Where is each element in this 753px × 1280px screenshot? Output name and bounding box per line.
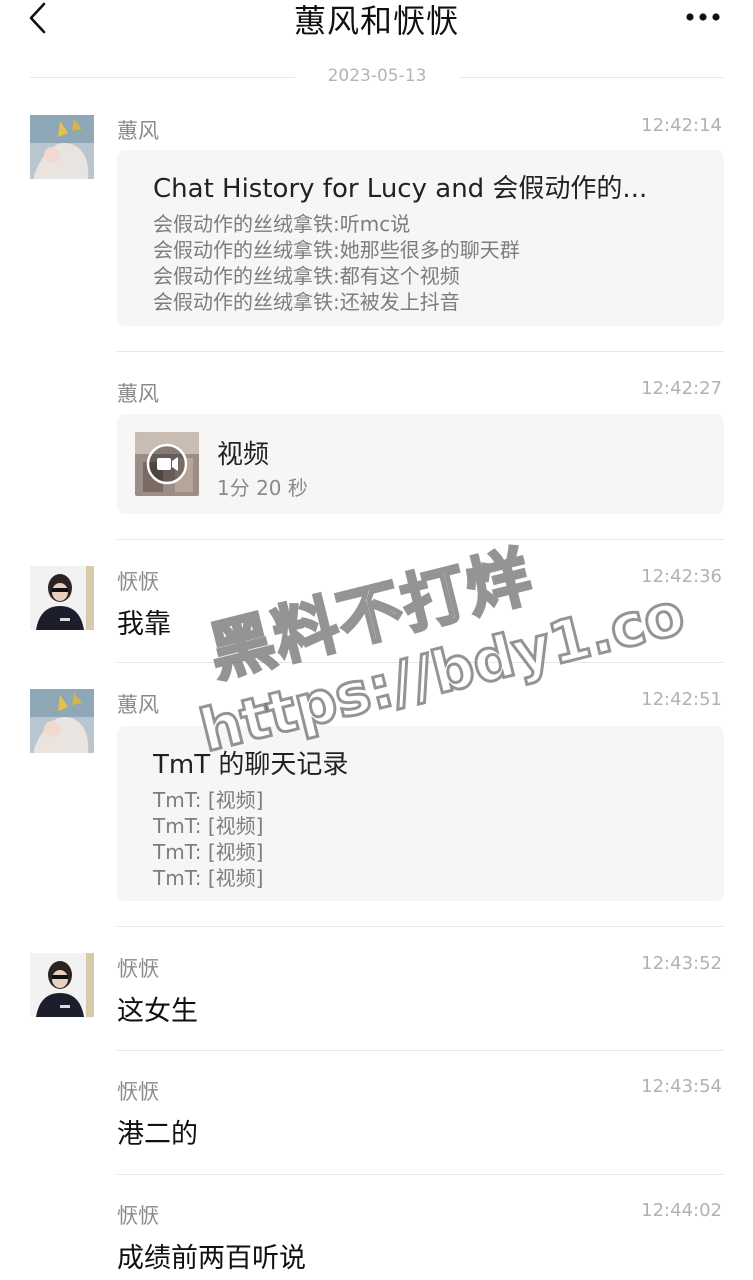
message-text: 这女生 [117, 996, 198, 1027]
card-line: TmT: [视频] [153, 788, 264, 812]
card-title: Chat History for Lucy and 会假动作的... [153, 174, 648, 204]
video-duration: 1分 20 秒 [217, 476, 308, 500]
card-line: TmT: [视频] [153, 814, 264, 838]
avatar[interactable] [30, 689, 94, 753]
avatar[interactable] [30, 115, 94, 179]
chat-history-card[interactable]: TmT 的聊天记录 TmT: [视频] TmT: [视频] TmT: [视频] … [117, 726, 724, 901]
card-line: 会假动作的丝绒拿铁:还被发上抖音 [153, 290, 460, 314]
card-line: TmT: [视频] [153, 840, 264, 864]
watermark-text: 黑料不打烊 [201, 538, 542, 693]
sender-name: 恹恹 [117, 570, 159, 594]
page-title: 蕙风和恹恹 [293, 2, 459, 40]
message-divider [117, 926, 724, 927]
message-time: 12:44:02 [641, 1200, 722, 1221]
sender-name: 蕙风 [117, 119, 159, 143]
date-divider: 2023-05-13 [30, 66, 724, 90]
sender-name: 恹恹 [117, 1080, 159, 1104]
message-time: 12:42:14 [641, 115, 722, 136]
message-time: 12:42:36 [641, 566, 722, 587]
chat-history-card[interactable]: Chat History for Lucy and 会假动作的... 会假动作的… [117, 150, 724, 326]
sender-name: 蕙风 [117, 382, 159, 406]
card-line: 会假动作的丝绒拿铁:她那些很多的聊天群 [153, 238, 520, 262]
sender-name: 恹恹 [117, 1204, 159, 1228]
card-line: 会假动作的丝绒拿铁:都有这个视频 [153, 264, 460, 288]
date-label: 2023-05-13 [327, 66, 427, 86]
avatar[interactable] [30, 953, 94, 1017]
card-line: TmT: [视频] [153, 866, 264, 890]
card-title: TmT 的聊天记录 [153, 750, 349, 780]
video-camera-icon [157, 457, 178, 471]
video-title: 视频 [217, 440, 270, 470]
sender-name: 恹恹 [117, 957, 159, 981]
message-text: 成绩前两百听说 [117, 1243, 306, 1274]
message-divider [117, 539, 724, 540]
avatar[interactable] [30, 566, 94, 630]
card-line: 会假动作的丝绒拿铁:听mc说 [153, 212, 411, 236]
message-text: 港二的 [117, 1119, 198, 1150]
message-divider [117, 1174, 724, 1175]
video-thumbnail [135, 432, 199, 496]
chat-header: 蕙风和恹恹 [0, 0, 753, 44]
message-divider [117, 1050, 724, 1051]
message-text: 我靠 [117, 609, 171, 640]
message-divider [117, 351, 724, 352]
sender-name: 蕙风 [117, 693, 159, 717]
message-time: 12:42:27 [641, 378, 722, 399]
message-time: 12:43:54 [641, 1076, 722, 1097]
more-dots-icon[interactable] [685, 6, 725, 28]
message-time: 12:43:52 [641, 953, 722, 974]
video-card[interactable]: 视频 1分 20 秒 [117, 414, 724, 514]
message-time: 12:42:51 [641, 689, 722, 710]
divider-line [459, 77, 724, 78]
message-divider [117, 662, 724, 663]
